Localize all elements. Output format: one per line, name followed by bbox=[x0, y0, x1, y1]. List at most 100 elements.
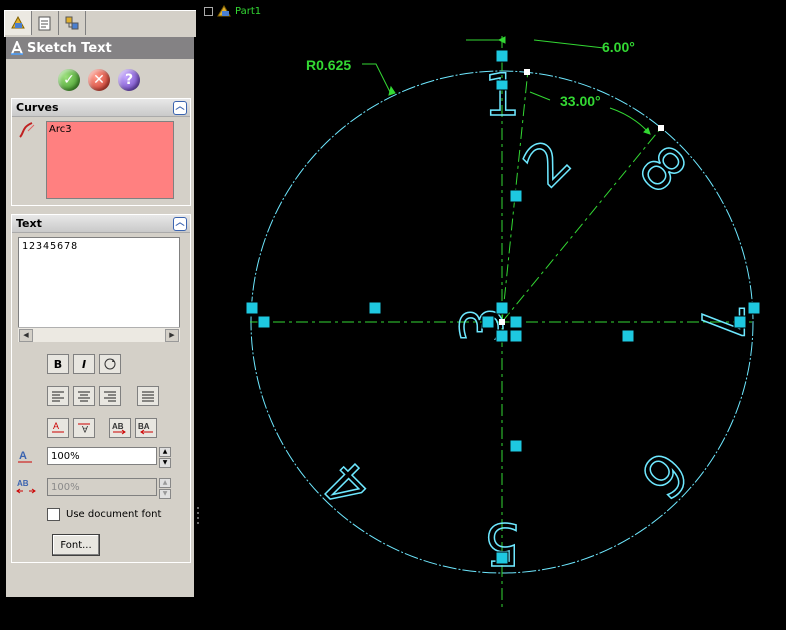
font-button[interactable]: Font... bbox=[52, 534, 100, 556]
relation-badge[interactable] bbox=[509, 189, 523, 203]
scroll-left-arrow-icon[interactable]: ◀ bbox=[19, 329, 33, 342]
curves-group: Curves ︿ Arc3 bbox=[11, 98, 191, 206]
curve-item[interactable]: Arc3 bbox=[49, 124, 171, 135]
spin-down-icon: ▼ bbox=[159, 458, 171, 468]
endpoint-handle[interactable] bbox=[245, 301, 259, 315]
sketch-text-field[interactable]: 12345678 bbox=[18, 237, 180, 341]
sketch-point-handle[interactable] bbox=[495, 79, 509, 91]
justify-icon bbox=[142, 391, 154, 402]
help-button[interactable]: ? bbox=[118, 69, 140, 91]
dim-leader-33a bbox=[529, 91, 551, 101]
text-group: Text ︿ 12345678 ◀ ▶ B I A A AB BA A 100%… bbox=[11, 214, 191, 563]
relation-badge[interactable] bbox=[733, 315, 747, 329]
relation-badge[interactable] bbox=[257, 315, 271, 329]
endpoint-marker[interactable] bbox=[658, 125, 664, 131]
sketch-text-char-1[interactable]: 1 bbox=[483, 60, 521, 130]
feature-tree-icon bbox=[11, 15, 25, 29]
text-header-label: Text bbox=[16, 217, 42, 230]
sketch-text-icon bbox=[11, 41, 23, 55]
align-left-button[interactable] bbox=[47, 386, 69, 406]
bold-button[interactable]: B bbox=[47, 354, 69, 374]
flip-vertical-icon: A bbox=[52, 421, 64, 433]
sketch-text-char-4[interactable]: 4 bbox=[309, 447, 385, 523]
horizontal-flip-button[interactable]: AB bbox=[109, 418, 131, 438]
relation-badge[interactable] bbox=[495, 551, 509, 565]
center-point[interactable] bbox=[499, 319, 505, 325]
text-header: Text ︿ bbox=[12, 215, 190, 233]
sketch-text-char-8[interactable]: 8 bbox=[625, 131, 701, 207]
sketch-canvas[interactable]: R0.625 6.00° 33.00° 1 2 3 4 5 6 7 8 bbox=[204, 0, 786, 630]
sketch-text-value: 12345678 bbox=[22, 241, 79, 252]
flip-horizontal-reverse-icon: BA bbox=[138, 422, 153, 435]
rotate-icon bbox=[104, 358, 116, 370]
vertical-flip-down-button[interactable]: A bbox=[73, 418, 95, 438]
width-factor-input[interactable]: 100% bbox=[47, 447, 157, 465]
tab-configuration-manager[interactable] bbox=[59, 11, 86, 35]
angle-dimension-large[interactable]: 33.00° bbox=[560, 93, 601, 109]
char-spacing-spinner[interactable]: ▲ ▼ bbox=[159, 478, 171, 499]
char-spacing-input[interactable]: 100% bbox=[47, 478, 157, 496]
relation-badge[interactable] bbox=[509, 329, 523, 343]
angle-dimension-small[interactable]: 6.00° bbox=[602, 39, 635, 55]
endpoint-marker[interactable] bbox=[524, 69, 530, 75]
align-center-button[interactable] bbox=[73, 386, 95, 406]
relation-badge[interactable] bbox=[481, 315, 495, 329]
origin-marker[interactable] bbox=[495, 329, 509, 343]
flip-vertical-down-icon: A bbox=[78, 423, 90, 434]
justify-button[interactable] bbox=[137, 386, 159, 406]
relation-badge[interactable] bbox=[509, 439, 523, 453]
sketch-text-property-manager: Sketch Text ✓ ✕ ? Curves ︿ Arc3 Text ︿ 1… bbox=[6, 37, 194, 597]
relation-badge[interactable] bbox=[368, 301, 382, 315]
ok-button[interactable]: ✓ bbox=[58, 69, 80, 91]
italic-button[interactable]: I bbox=[73, 354, 95, 374]
char-spacing-value: 100% bbox=[51, 482, 80, 493]
align-right-icon bbox=[104, 391, 116, 402]
sketch-text-char-5[interactable]: 5 bbox=[483, 509, 521, 579]
dim-arrow-radius bbox=[388, 85, 396, 96]
ok-check-icon: ✓ bbox=[63, 72, 75, 88]
property-manager-icon bbox=[38, 16, 51, 31]
align-left-icon bbox=[52, 391, 64, 402]
pane-splitter[interactable] bbox=[196, 0, 204, 630]
sketch-text-char-6[interactable]: 6 bbox=[627, 437, 703, 513]
tab-feature-manager[interactable] bbox=[5, 11, 32, 35]
relation-badge[interactable] bbox=[495, 301, 509, 315]
relation-badge[interactable] bbox=[495, 49, 509, 63]
dim-arc-33 bbox=[609, 107, 651, 135]
radius-dimension[interactable]: R0.625 bbox=[306, 57, 351, 73]
align-center-icon bbox=[78, 391, 90, 402]
rotate-button[interactable] bbox=[99, 354, 121, 374]
dim-leader-6 bbox=[533, 39, 605, 49]
relation-badge[interactable] bbox=[509, 315, 523, 329]
width-factor-spinner[interactable]: ▲ ▼ bbox=[159, 447, 171, 468]
curves-selection-box[interactable]: Arc3 bbox=[46, 121, 174, 199]
curve-selection-icon bbox=[19, 122, 35, 138]
cancel-button[interactable]: ✕ bbox=[88, 69, 110, 91]
endpoint-handle[interactable] bbox=[747, 301, 761, 315]
text-horizontal-scrollbar[interactable]: ◀ ▶ bbox=[18, 327, 180, 342]
use-document-font-checkbox[interactable]: Use document font bbox=[47, 508, 161, 521]
curves-collapse-button[interactable]: ︿ bbox=[173, 101, 187, 115]
svg-text:AB: AB bbox=[112, 422, 124, 431]
graphics-area[interactable]: Part1 R0.625 6.00° 33.00° 1 2 3 4 bbox=[204, 0, 786, 630]
scroll-right-arrow-icon[interactable]: ▶ bbox=[165, 329, 179, 342]
panel-title-text: Sketch Text bbox=[27, 40, 112, 56]
horizontal-flip-reverse-button[interactable]: BA bbox=[135, 418, 157, 438]
checkbox-box[interactable] bbox=[47, 508, 60, 521]
width-factor-value: 100% bbox=[51, 451, 80, 462]
width-factor-icon: A bbox=[18, 450, 32, 463]
property-manager-pane: Sketch Text ✓ ✕ ? Curves ︿ Arc3 Text ︿ 1… bbox=[0, 0, 197, 630]
char-spacing-icon: AB bbox=[16, 479, 36, 494]
use-document-font-label: Use document font bbox=[66, 509, 162, 520]
cancel-x-icon: ✕ bbox=[93, 72, 105, 88]
svg-text:BA: BA bbox=[138, 422, 150, 431]
manager-tabs bbox=[4, 10, 197, 37]
align-right-button[interactable] bbox=[99, 386, 121, 406]
svg-text:A: A bbox=[53, 421, 59, 431]
relation-badge[interactable] bbox=[621, 329, 635, 343]
tab-property-manager[interactable] bbox=[32, 11, 59, 35]
dim-leader-radius bbox=[362, 63, 391, 93]
vertical-flip-button[interactable]: A bbox=[47, 418, 69, 438]
text-collapse-button[interactable]: ︿ bbox=[173, 217, 187, 231]
flip-horizontal-icon: AB bbox=[112, 422, 126, 435]
